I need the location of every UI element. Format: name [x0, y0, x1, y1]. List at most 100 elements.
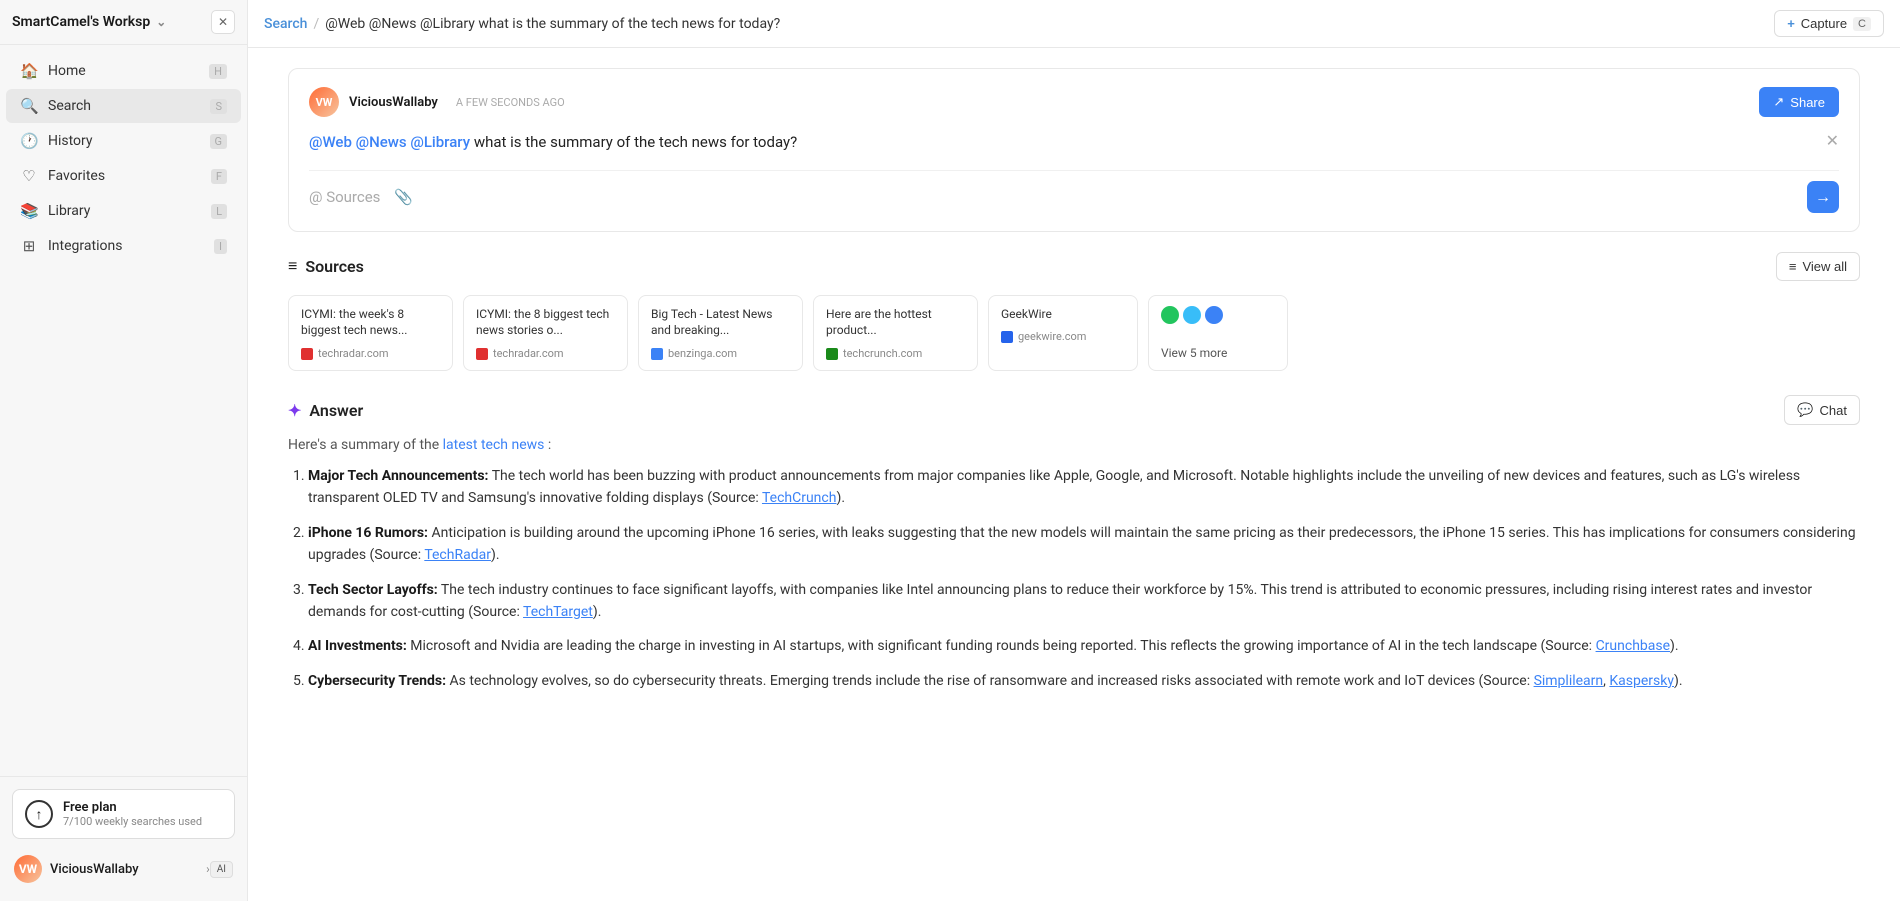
sidebar-item-favorites[interactable]: ♡ Favorites F: [6, 159, 241, 193]
workspace-name: SmartCamel's Worksp: [12, 14, 150, 30]
source-card[interactable]: ICYMI: the week's 8 biggest tech news...…: [288, 295, 453, 372]
source-domain-text: techcrunch.com: [843, 347, 922, 360]
query-tag-library[interactable]: @Library: [410, 133, 470, 151]
avatar: VW: [14, 855, 42, 883]
sidebar: SmartCamel's Worksp ⌄ ✕ 🏠 Home H 🔍 Searc…: [0, 0, 248, 901]
answer-item-bold: Major Tech Announcements:: [308, 468, 489, 484]
answer-item-bold: Tech Sector Layoffs:: [308, 582, 438, 598]
query-timestamp: A FEW SECONDS AGO: [456, 96, 565, 109]
sidebar-footer: ↑ Free plan 7/100 weekly searches used V…: [0, 776, 247, 901]
chat-icon: 💬: [1797, 402, 1813, 418]
sources-title-label: Sources: [305, 257, 364, 276]
answer-list-item: iPhone 16 Rumors: Anticipation is buildi…: [308, 522, 1860, 567]
source-domain-text: benzinga.com: [668, 347, 737, 360]
dot-green: [1161, 306, 1179, 324]
history-shortcut-badge: G: [210, 134, 228, 149]
sidebar-item-search[interactable]: 🔍 Search S: [6, 89, 241, 123]
query-tag-web[interactable]: @Web: [309, 133, 352, 151]
source-domain: techradar.com: [476, 347, 615, 360]
view-more-text: View 5 more: [1161, 346, 1275, 360]
source-card[interactable]: GeekWire geekwire.com: [988, 295, 1138, 372]
sources-icon-list: ≡: [288, 256, 297, 276]
chat-button[interactable]: 💬 Chat: [1784, 395, 1860, 425]
answer-list-item: Cybersecurity Trends: As technology evol…: [308, 670, 1860, 692]
sidebar-item-history[interactable]: 🕐 History G: [6, 124, 241, 158]
sidebar-close-button[interactable]: ✕: [211, 10, 235, 34]
source-favicon: [476, 348, 488, 360]
source-favicon: [651, 348, 663, 360]
source-favicon: [1001, 331, 1013, 343]
answer-list-item: AI Investments: Microsoft and Nvidia are…: [308, 635, 1860, 657]
sources-section: ≡ Sources ≡ View all ICYMI: the week's 8…: [288, 252, 1860, 372]
source-domain: geekwire.com: [1001, 330, 1125, 343]
query-card: VW ViciousWallaby A FEW SECONDS AGO ↗ Sh…: [288, 68, 1860, 232]
sidebar-item-integrations[interactable]: ⊞ Integrations I: [6, 229, 241, 263]
answer-item-bold: iPhone 16 Rumors:: [308, 525, 428, 541]
sources-icon[interactable]: @ Sources: [309, 188, 380, 206]
breadcrumb-search-link[interactable]: Search: [264, 16, 307, 32]
breadcrumb-separator: /: [313, 16, 319, 32]
query-text: @Web @News @Library what is the summary …: [309, 131, 1839, 154]
answer-item-bold: Cybersecurity Trends:: [308, 673, 446, 689]
dot-blue: [1205, 306, 1223, 324]
chat-label: Chat: [1820, 403, 1847, 418]
query-send-button[interactable]: →: [1807, 181, 1839, 213]
favorites-nav-icon: ♡: [20, 167, 38, 185]
query-tag-news[interactable]: @News: [356, 133, 407, 151]
source-domain: benzinga.com: [651, 347, 790, 360]
workspace-selector[interactable]: SmartCamel's Worksp ⌄: [12, 14, 166, 30]
query-username: ViciousWallaby: [349, 95, 438, 110]
answer-link[interactable]: TechTarget: [523, 604, 593, 620]
source-domain-text: geekwire.com: [1018, 330, 1086, 343]
source-more-card[interactable]: View 5 more: [1148, 295, 1288, 372]
capture-label: Capture: [1801, 16, 1847, 31]
user-name-label: ViciousWallaby: [50, 862, 206, 877]
share-icon: ↗: [1773, 94, 1784, 110]
integrations-nav-icon: ⊞: [20, 237, 38, 255]
source-card[interactable]: ICYMI: the 8 biggest tech news stories o…: [463, 295, 628, 372]
capture-button[interactable]: + Capture C: [1774, 10, 1884, 37]
breadcrumb: Search / @Web @News @Library what is the…: [264, 16, 780, 32]
view-all-button[interactable]: ≡ View all: [1776, 252, 1860, 281]
query-dismiss-button[interactable]: ✕: [1826, 131, 1839, 150]
answer-list: Major Tech Announcements: The tech world…: [288, 465, 1860, 692]
answer-link-1[interactable]: Simplilearn: [1534, 673, 1604, 689]
user-ai-badge[interactable]: AI: [210, 861, 233, 878]
sources-title: ≡ Sources: [288, 256, 364, 276]
search-shortcut-badge: S: [210, 99, 227, 114]
query-avatar: VW: [309, 87, 339, 117]
sidebar-header: SmartCamel's Worksp ⌄ ✕: [0, 0, 247, 45]
source-title: Here are the hottest product...: [826, 306, 965, 340]
attach-icon[interactable]: 📎: [394, 188, 413, 206]
user-row: VW ViciousWallaby › AI: [12, 849, 235, 889]
answer-link-2[interactable]: Kaspersky: [1609, 673, 1674, 689]
integrations-nav-label: Integrations: [48, 238, 122, 254]
answer-intro-highlight: latest tech news: [443, 437, 545, 453]
content-area: VW ViciousWallaby A FEW SECONDS AGO ↗ Sh…: [248, 48, 1900, 901]
home-shortcut-badge: H: [209, 64, 227, 79]
answer-link[interactable]: TechRadar: [424, 547, 491, 563]
source-card[interactable]: Big Tech - Latest News and breaking... b…: [638, 295, 803, 372]
source-domain: techradar.com: [301, 347, 440, 360]
query-input-row: @ Sources 📎 →: [309, 170, 1839, 213]
sidebar-item-home[interactable]: 🏠 Home H: [6, 54, 241, 88]
share-button[interactable]: ↗ Share: [1759, 87, 1839, 117]
free-plan-icon: ↑: [25, 800, 53, 828]
source-favicon: [301, 348, 313, 360]
breadcrumb-query-text: @Web @News @Library what is the summary …: [325, 16, 780, 32]
source-card[interactable]: Here are the hottest product... techcrun…: [813, 295, 978, 372]
answer-list-item: Tech Sector Layoffs: The tech industry c…: [308, 579, 1860, 624]
answer-title-label: Answer: [309, 401, 363, 420]
sidebar-item-library[interactable]: 📚 Library L: [6, 194, 241, 228]
answer-section: ✦ Answer 💬 Chat Here's a summary of the …: [288, 395, 1860, 692]
home-nav-label: Home: [48, 63, 86, 79]
source-domain: techcrunch.com: [826, 347, 965, 360]
capture-plus-icon: +: [1787, 16, 1795, 31]
free-plan-sublabel: 7/100 weekly searches used: [63, 815, 202, 828]
answer-link[interactable]: TechCrunch: [762, 490, 836, 506]
query-text-rest: what is the summary of the tech news for…: [474, 133, 797, 151]
free-plan-box: ↑ Free plan 7/100 weekly searches used: [12, 789, 235, 839]
history-nav-label: History: [48, 133, 93, 149]
source-title: ICYMI: the week's 8 biggest tech news...: [301, 306, 440, 340]
answer-link[interactable]: Crunchbase: [1596, 638, 1670, 654]
